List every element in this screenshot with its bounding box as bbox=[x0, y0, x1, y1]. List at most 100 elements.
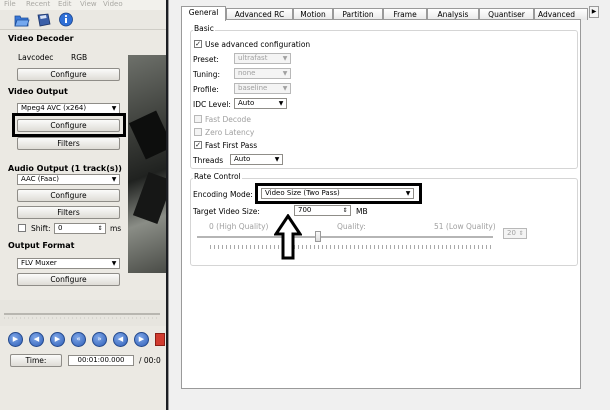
tab-strip: General Advanced RC Motion Partition Fra… bbox=[181, 6, 601, 21]
last-frame-icon[interactable]: ▶ bbox=[134, 332, 149, 347]
use-advanced-label: Use advanced configuration bbox=[205, 40, 311, 49]
audio-filters-button[interactable]: Filters bbox=[17, 206, 120, 219]
main-window: File Recent Edit View Video Video Decode… bbox=[0, 0, 166, 410]
chevron-down-icon: ▼ bbox=[111, 176, 117, 183]
tab-general[interactable]: General bbox=[181, 6, 226, 21]
quality-slider-track[interactable] bbox=[197, 236, 493, 238]
fast-first-pass-checkbox[interactable]: ✓ bbox=[194, 141, 202, 149]
profile-select[interactable]: baseline ▼ bbox=[234, 83, 291, 94]
threads-value: Auto bbox=[234, 155, 251, 163]
decoder-format: RGB bbox=[71, 53, 88, 62]
target-size-value: 700 bbox=[298, 206, 312, 214]
audio-codec-select[interactable]: AAC (Faac) ▼ bbox=[17, 174, 120, 185]
quality-max-label: 51 (Low Quality) bbox=[434, 222, 496, 231]
fast-first-pass-label: Fast First Pass bbox=[205, 141, 258, 150]
spin-arrows-icon: ⇕ bbox=[342, 207, 348, 214]
profile-value: baseline bbox=[238, 84, 268, 92]
shift-value: 0 bbox=[58, 224, 63, 232]
highlight-box bbox=[12, 113, 126, 137]
preset-value: ultrafast bbox=[238, 54, 268, 62]
spin-arrows-icon: ⇕ bbox=[518, 230, 524, 237]
profile-label: Profile: bbox=[193, 85, 219, 94]
audio-codec-value: AAC (Faac) bbox=[21, 175, 60, 183]
tuning-value: none bbox=[238, 69, 256, 77]
threads-label: Threads bbox=[193, 156, 224, 165]
video-output-title: Video Output bbox=[8, 87, 68, 96]
zero-latency-label: Zero Latency bbox=[205, 128, 255, 137]
time-button[interactable]: Time: bbox=[10, 354, 62, 367]
quality-label: Quality: bbox=[337, 222, 366, 231]
idc-level-label: IDC Level: bbox=[193, 100, 231, 109]
shift-unit: ms bbox=[110, 224, 122, 233]
chevron-down-icon: ▼ bbox=[282, 85, 288, 92]
basic-group-title: Basic bbox=[193, 24, 215, 33]
chevron-down-icon: ▼ bbox=[111, 105, 117, 112]
info-icon[interactable] bbox=[58, 12, 74, 27]
up-arrow-annotation-icon bbox=[274, 214, 302, 260]
menu-file[interactable]: File bbox=[4, 0, 16, 8]
seek-track bbox=[4, 313, 160, 319]
preset-select[interactable]: ultrafast ▼ bbox=[234, 53, 291, 64]
time-value[interactable]: 00:01:00.000 bbox=[68, 355, 134, 366]
encoding-mode-highlight bbox=[255, 183, 422, 204]
shift-checkbox[interactable] bbox=[18, 224, 26, 232]
tab-scroll-right-icon[interactable]: ▶ bbox=[589, 6, 599, 18]
spin-arrows-icon: ⇕ bbox=[97, 225, 103, 232]
total-time: / 00:0 bbox=[139, 356, 161, 365]
seek-bar[interactable] bbox=[0, 300, 166, 326]
audio-output-title: Audio Output (1 track(s)) bbox=[8, 164, 122, 173]
time-panel: Time: 00:01:00.000 / 00:0 bbox=[0, 350, 166, 410]
menu-edit[interactable]: Edit bbox=[58, 0, 72, 8]
rate-control-title: Rate Control bbox=[193, 172, 242, 181]
audio-configure-button[interactable]: Configure bbox=[17, 189, 120, 202]
video-codec-value: Mpeg4 AVC (x264) bbox=[21, 104, 87, 112]
chevron-down-icon: ▼ bbox=[111, 260, 117, 267]
use-advanced-checkbox[interactable]: ✓ bbox=[194, 40, 202, 48]
video-filters-button[interactable]: Filters bbox=[17, 137, 120, 150]
shift-label: Shift: bbox=[31, 224, 51, 233]
output-configure-button[interactable]: Configure bbox=[17, 273, 120, 286]
tuning-select[interactable]: none ▼ bbox=[234, 68, 291, 79]
preset-label: Preset: bbox=[193, 55, 219, 64]
decoder-configure-button[interactable]: Configure bbox=[17, 68, 120, 81]
tuning-label: Tuning: bbox=[193, 70, 221, 79]
encoding-mode-label: Encoding Mode: bbox=[193, 190, 253, 199]
x264-config-dialog: General Advanced RC Motion Partition Fra… bbox=[168, 0, 610, 410]
forward-icon[interactable]: ▶ bbox=[50, 332, 65, 347]
quality-slider-thumb[interactable] bbox=[315, 231, 321, 242]
open-folder-icon[interactable] bbox=[14, 12, 30, 27]
video-preview bbox=[128, 55, 166, 273]
target-size-input[interactable]: 700 ⇕ bbox=[294, 205, 351, 216]
prev-keyframe-icon[interactable]: « bbox=[71, 332, 86, 347]
chevron-down-icon: ▼ bbox=[282, 55, 288, 62]
chevron-down-icon: ▼ bbox=[278, 100, 284, 107]
threads-select[interactable]: Auto ▼ bbox=[230, 154, 283, 165]
play-icon[interactable]: ▶ bbox=[8, 332, 23, 347]
chevron-down-icon: ▼ bbox=[282, 70, 288, 77]
target-size-label: Target Video Size: bbox=[193, 207, 260, 216]
muxer-select[interactable]: FLV Muxer ▼ bbox=[17, 258, 120, 269]
save-disk-icon[interactable] bbox=[36, 12, 52, 27]
fast-decode-checkbox[interactable] bbox=[194, 115, 202, 123]
rewind-icon[interactable]: ◀ bbox=[29, 332, 44, 347]
idc-level-select[interactable]: Auto ▼ bbox=[234, 98, 287, 109]
quality-min-label: 0 (High Quality) bbox=[209, 222, 269, 231]
marker-a-icon[interactable] bbox=[155, 333, 165, 346]
zero-latency-checkbox[interactable] bbox=[194, 128, 202, 136]
video-decoder-title: Video Decoder bbox=[8, 34, 74, 43]
quality-spinbox[interactable]: 20 ⇕ bbox=[503, 228, 527, 239]
chevron-down-icon: ▼ bbox=[274, 156, 280, 163]
next-keyframe-icon[interactable]: » bbox=[92, 332, 107, 347]
shift-input[interactable]: 0 ⇕ bbox=[54, 223, 106, 234]
fast-decode-label: Fast Decode bbox=[205, 115, 251, 124]
quality-value: 20 bbox=[507, 229, 516, 237]
menu-bar: File Recent Edit View Video bbox=[0, 0, 166, 10]
menu-view[interactable]: View bbox=[80, 0, 97, 8]
menu-video[interactable]: Video bbox=[103, 0, 123, 8]
quality-slider-ticks bbox=[210, 245, 493, 249]
decoder-codec: Lavcodec bbox=[18, 53, 54, 62]
menu-recent[interactable]: Recent bbox=[26, 0, 50, 8]
output-format-title: Output Format bbox=[8, 241, 75, 250]
first-frame-icon[interactable]: ◀ bbox=[113, 332, 128, 347]
idc-level-value: Auto bbox=[238, 99, 255, 107]
